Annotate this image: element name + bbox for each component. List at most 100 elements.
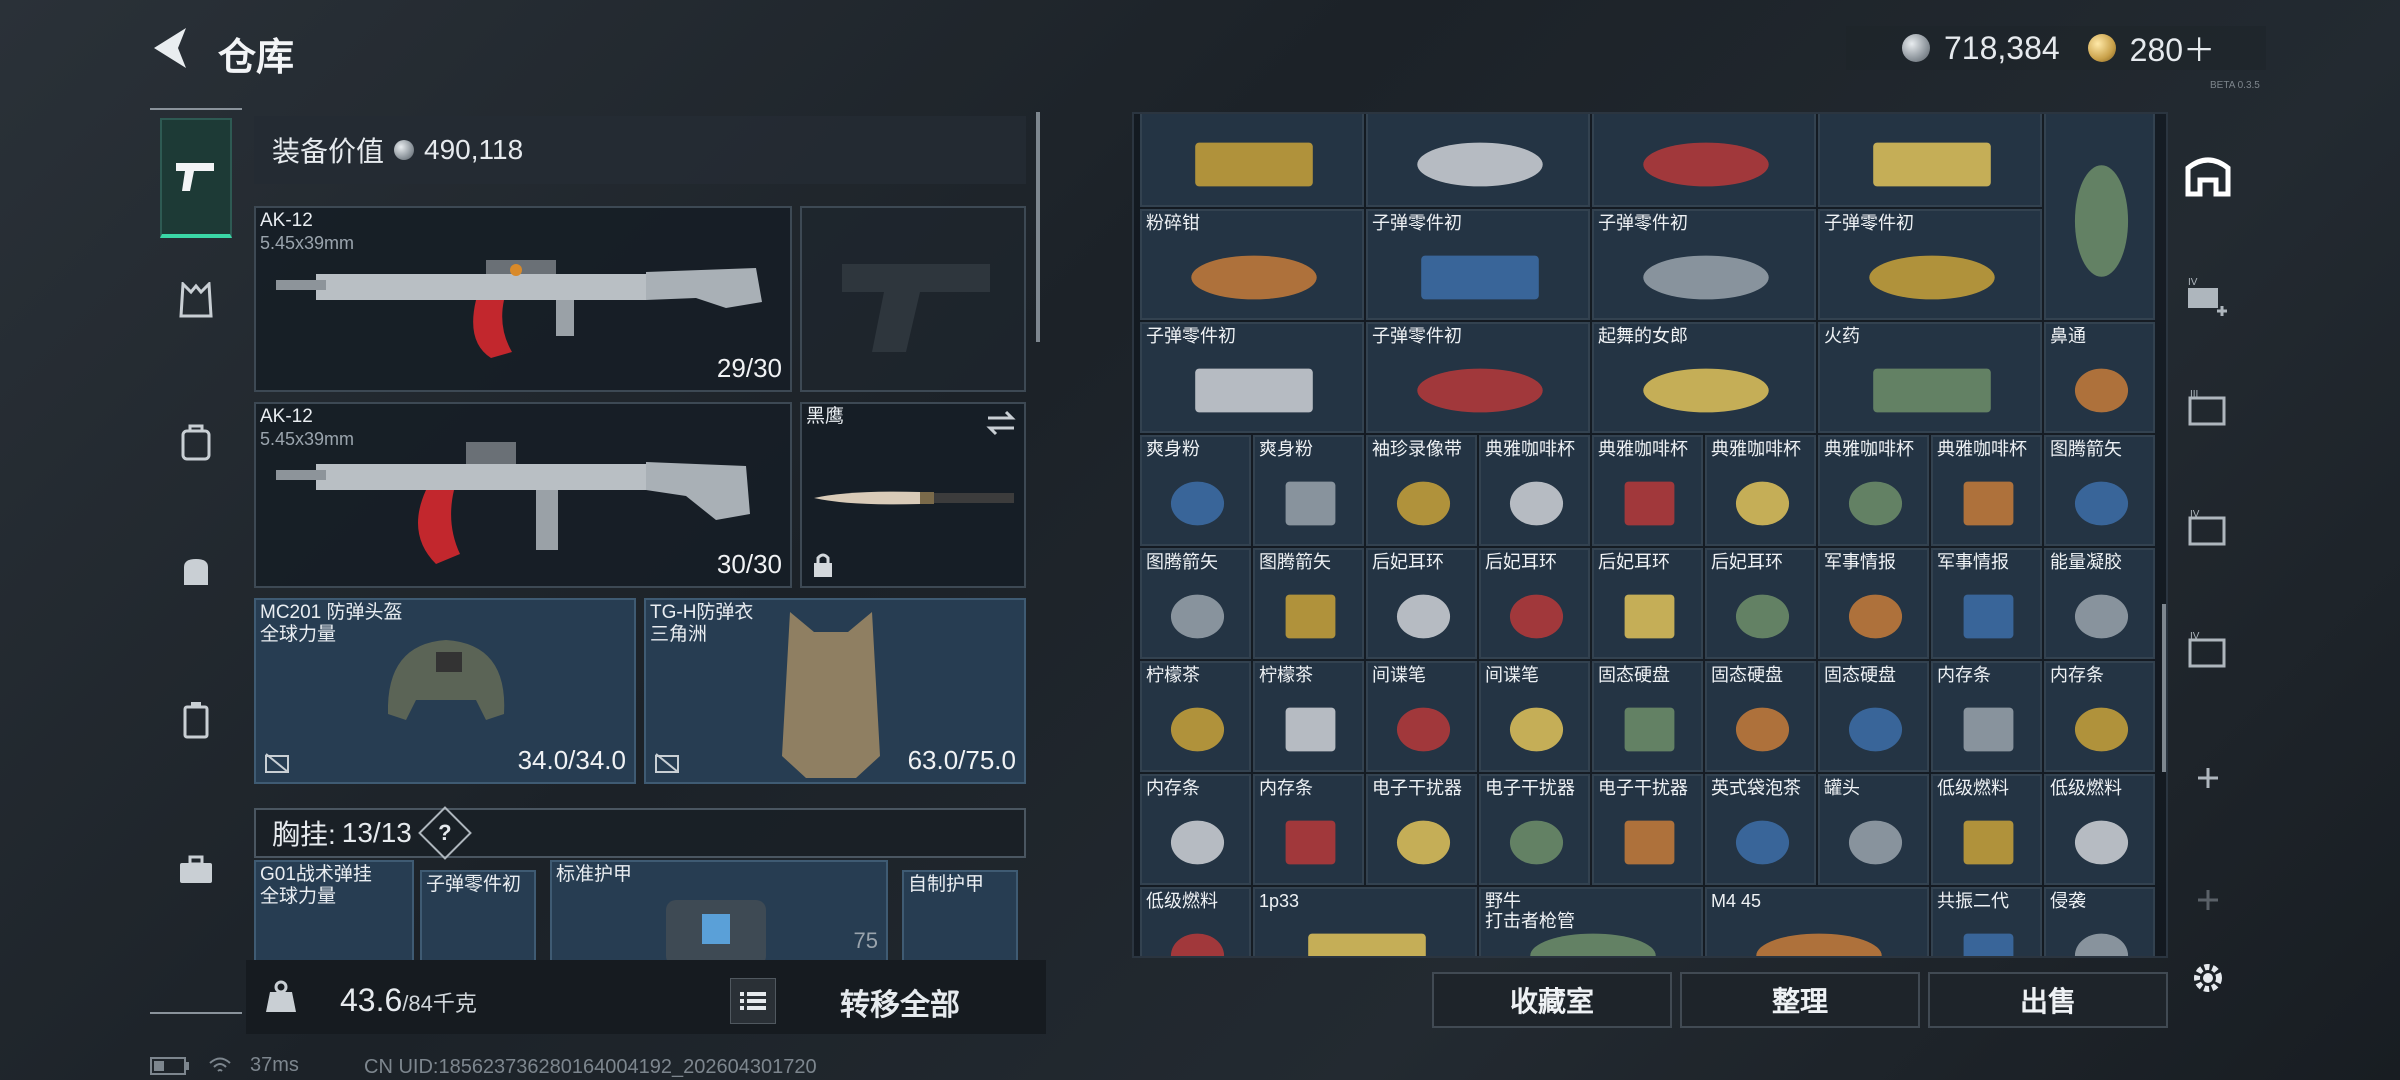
equipment-scrollbar[interactable] [1036, 112, 1040, 342]
stash-item[interactable]: 罐头 [1818, 774, 1929, 885]
stash-item[interactable]: 鼻通 [2044, 322, 2155, 433]
stash-item[interactable] [2044, 114, 2155, 320]
stash-item[interactable]: 典雅咖啡杯 [1592, 435, 1703, 546]
collection-room-button[interactable]: 收藏室 [1432, 972, 1672, 1028]
stash-item[interactable]: 低级燃料 [2044, 774, 2155, 885]
nav-armor[interactable] [160, 240, 232, 360]
stash-item[interactable]: 典雅咖啡杯 [1479, 435, 1590, 546]
stash-item[interactable]: 爽身粉 [1253, 435, 1364, 546]
stash-item[interactable]: 典雅咖啡杯 [1705, 435, 1816, 546]
stash-item[interactable]: M4 45 [1705, 887, 1929, 956]
sidearm-slot[interactable] [800, 206, 1026, 392]
stash-tab-iii[interactable]: III [2184, 384, 2232, 432]
stash-item[interactable]: 低级燃料 [1140, 887, 1251, 956]
melee-slot[interactable]: 黑鹰 [800, 402, 1026, 588]
stash-scrollbar[interactable] [2162, 604, 2166, 772]
stash-item[interactable]: 图腾箭矢 [1253, 548, 1364, 659]
stash-item[interactable]: 军事情报 [1818, 548, 1929, 659]
toolbox-icon [180, 855, 212, 883]
list-view-button[interactable] [730, 978, 776, 1024]
stash-item[interactable]: 起舞的女郎 [1592, 322, 1816, 433]
stash-item[interactable]: 粉碎钳 [1140, 209, 1364, 320]
stash-item[interactable]: 后妃耳环 [1592, 548, 1703, 659]
help-icon[interactable]: ? [417, 806, 472, 860]
stash-item[interactable]: 固态硬盘 [1705, 661, 1816, 772]
armor-slot[interactable]: TG-H防弹衣 三角洲 63.0/75.0 [644, 598, 1026, 784]
stash-item[interactable]: 内存条 [2044, 661, 2155, 772]
sort-button[interactable]: 整理 [1680, 972, 1920, 1028]
stash-item[interactable] [1818, 114, 2042, 207]
back-button[interactable] [148, 24, 190, 72]
plus-icon [2198, 890, 2218, 910]
stash-item[interactable]: 爽身粉 [1140, 435, 1251, 546]
stash-item[interactable]: 低级燃料 [1931, 774, 2042, 885]
add-stash-button[interactable] [2184, 754, 2232, 802]
weight-icon [266, 980, 296, 1012]
nav-case[interactable] [160, 660, 232, 780]
stash-item[interactable]: 侵袭 [2044, 887, 2155, 956]
stash-item[interactable]: 内存条 [1931, 661, 2042, 772]
stash-item[interactable]: 图腾箭矢 [2044, 435, 2155, 546]
stash-item[interactable]: 后妃耳环 [1366, 548, 1477, 659]
stash-item[interactable]: 子弹零件初 [1818, 209, 2042, 320]
stash-item[interactable]: 柠檬茶 [1140, 661, 1251, 772]
stash-item[interactable]: 能量凝胶 [2044, 548, 2155, 659]
helmet-slot[interactable]: MC201 防弹头盔 全球力量 34.0/34.0 [254, 598, 636, 784]
stash-item[interactable]: 后妃耳环 [1479, 548, 1590, 659]
add-stash-button-disabled[interactable] [2184, 876, 2232, 924]
stash-item[interactable]: 共振二代 [1931, 887, 2042, 956]
gold-amount[interactable]: 280＋ [2130, 25, 2215, 71]
rig-item-g01[interactable]: G01战术弹挂 全球力量 [254, 860, 414, 964]
stash-item-icon [1869, 255, 1995, 300]
rig-item-standard-armor[interactable]: 标准护甲 75 [550, 860, 888, 964]
stash-item[interactable]: 袖珍录像带 [1366, 435, 1477, 546]
primary-weapon-slot-1[interactable]: AK-12 5.45x39mm 29/30 [254, 206, 792, 392]
stash-item[interactable]: 内存条 [1140, 774, 1251, 885]
stash-item[interactable]: 电子干扰器 [1592, 774, 1703, 885]
stash-item[interactable]: 间谍笔 [1479, 661, 1590, 772]
sell-button[interactable]: 出售 [1928, 972, 2168, 1028]
settings-button[interactable] [2184, 954, 2232, 1002]
stash-item[interactable]: 图腾箭矢 [1140, 548, 1251, 659]
rig-item-ammo-parts[interactable]: 子弹零件初 [420, 870, 536, 964]
nav-toolbox[interactable] [160, 810, 232, 930]
stash-item[interactable]: 子弹零件初 [1366, 322, 1590, 433]
case-add-icon: IV [2188, 277, 2227, 316]
stash-item-label: 间谍笔 [1372, 665, 1426, 685]
stash-item[interactable]: 间谍笔 [1366, 661, 1477, 772]
stash-item[interactable]: 电子干扰器 [1366, 774, 1477, 885]
stash-item[interactable]: 1p33 [1253, 887, 1477, 956]
stash-item-label: 子弹零件初 [1824, 213, 1914, 233]
nav-weapons[interactable] [160, 118, 232, 238]
stash-tab-iv-add[interactable]: IV [2184, 272, 2232, 320]
stash-item[interactable] [1140, 114, 1364, 207]
stash-item[interactable]: 固态硬盘 [1818, 661, 1929, 772]
stash-item[interactable]: 子弹零件初 [1366, 209, 1590, 320]
stash-item-icon [1170, 707, 1225, 752]
stash-item[interactable]: 野牛 打击者枪管 [1479, 887, 1703, 956]
stash-item[interactable]: 后妃耳环 [1705, 548, 1816, 659]
stash-tab-main[interactable] [2184, 152, 2232, 200]
stash-item[interactable]: 子弹零件初 [1592, 209, 1816, 320]
stash-item[interactable]: 固态硬盘 [1592, 661, 1703, 772]
stash-item[interactable]: 典雅咖啡杯 [1931, 435, 2042, 546]
stash-tab-iv-2[interactable]: IV [2184, 626, 2232, 674]
stash-item[interactable]: 子弹零件初 [1140, 322, 1364, 433]
nav-bag[interactable] [160, 510, 232, 630]
stash-item[interactable] [1366, 114, 1590, 207]
stash-item[interactable]: 英式袋泡茶 [1705, 774, 1816, 885]
stash-item-icon [1624, 481, 1675, 526]
stash-item-label: 图腾箭矢 [1146, 552, 1218, 572]
stash-tab-iv-1[interactable]: IV [2184, 504, 2232, 552]
rig-item-homemade-armor[interactable]: 自制护甲 [902, 870, 1018, 964]
nav-backpack[interactable] [160, 382, 232, 502]
stash-item[interactable]: 电子干扰器 [1479, 774, 1590, 885]
primary-weapon-slot-2[interactable]: AK-12 5.45x39mm 30/30 [254, 402, 792, 588]
stash-item[interactable]: 柠檬茶 [1253, 661, 1364, 772]
stash-item[interactable]: 典雅咖啡杯 [1818, 435, 1929, 546]
stash-item[interactable]: 火药 [1818, 322, 2042, 433]
stash-item[interactable]: 内存条 [1253, 774, 1364, 885]
transfer-all-button[interactable]: 转移全部 [840, 980, 960, 1024]
stash-item[interactable]: 军事情报 [1931, 548, 2042, 659]
stash-item[interactable] [1592, 114, 1816, 207]
